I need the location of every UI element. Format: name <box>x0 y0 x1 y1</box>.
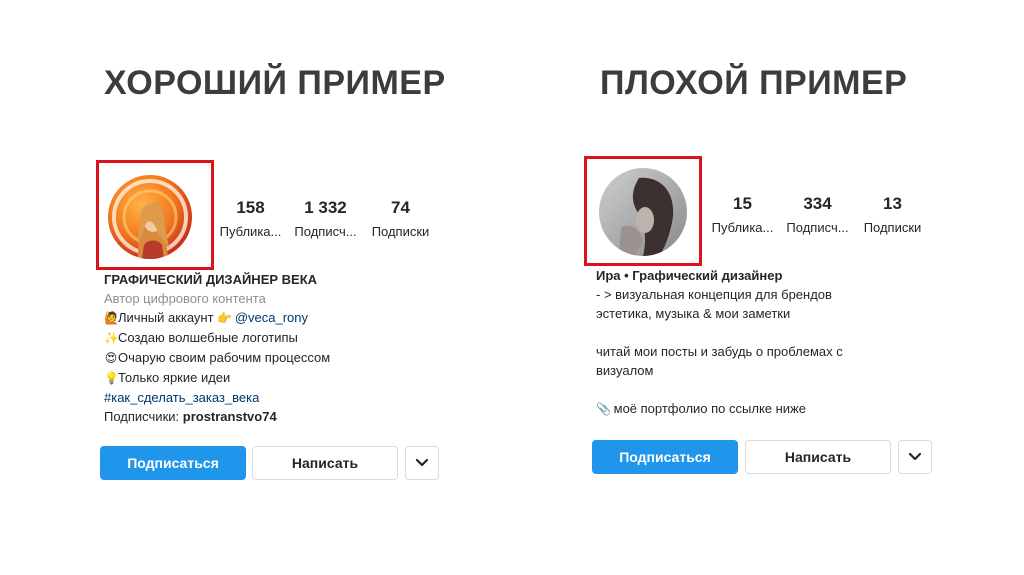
stat-posts[interactable]: 158 Публика... <box>213 198 288 240</box>
bio-blank-line <box>596 380 843 399</box>
bio-line: 🙋Личный аккаунт 👉 @veca_rony <box>104 308 330 328</box>
raising-hand-emoji: 🙋 <box>104 311 119 325</box>
bio-line-text: Создаю волшебные логотипы <box>118 330 298 345</box>
bio-line: эстетика, музыка & мои заметки <box>596 306 791 321</box>
hashtag-link[interactable]: #как_сделать_заказ_века <box>104 388 330 407</box>
more-options-button[interactable] <box>405 446 439 480</box>
stat-posts[interactable]: 15 Публика... <box>705 194 780 236</box>
stat-posts-count: 158 <box>236 198 265 217</box>
avatar-image <box>108 175 192 259</box>
stat-followers-label: Подписч... <box>294 224 357 239</box>
bio-line: визуалом <box>596 363 654 378</box>
sparkles-emoji: ✨ <box>104 331 119 345</box>
good-example-heading: ХОРОШИЙ ПРИМЕР <box>104 64 446 102</box>
paperclip-emoji: 📎 <box>596 402 611 416</box>
stat-followers-label: Подписч... <box>786 220 849 235</box>
bio-line: 💡Только яркие идеи <box>104 368 330 388</box>
bio-line: 📎 моё портфолио по ссылке ниже <box>596 399 843 419</box>
bio-line: ✨Создаю волшебные логотипы <box>104 328 330 348</box>
stat-following-count: 13 <box>883 194 902 213</box>
pointing-hand-emoji: 👉 <box>217 311 233 325</box>
bad-avatar[interactable] <box>599 168 687 256</box>
chevron-down-icon <box>415 458 429 467</box>
followed-by-name[interactable]: prostranstvo74 <box>183 409 277 424</box>
bio-blank-line <box>596 323 843 342</box>
bio-line-text: Личный аккаунт <box>118 310 214 325</box>
stat-posts-label: Публика... <box>711 220 774 235</box>
stat-followers[interactable]: 334 Подписч... <box>780 194 855 236</box>
bio-line-text: моё портфолио по ссылке ниже <box>613 401 806 416</box>
good-stats: 158 Публика... 1 332 Подписч... 74 Подпи… <box>213 198 438 240</box>
stat-followers-count: 334 <box>803 194 832 213</box>
good-avatar[interactable] <box>108 175 192 259</box>
stat-followers-count: 1 332 <box>304 198 347 217</box>
profile-name: Ира • Графический дизайнер <box>596 268 783 283</box>
followed-by-prefix: Подписчики: <box>104 409 180 424</box>
good-avatar-highlight <box>96 160 214 270</box>
followed-by: Подписчики: prostranstvo74 <box>104 407 330 426</box>
message-button[interactable]: Написать <box>745 440 891 474</box>
bad-stats: 15 Публика... 334 Подписч... 13 Подписки <box>705 194 930 236</box>
bio-line-text: Только яркие идеи <box>118 370 231 385</box>
profile-category: Автор цифрового контента <box>104 291 266 306</box>
good-bio: ГРАФИЧЕСКИЙ ДИЗАЙНЕР ВЕКА Автор цифровог… <box>104 270 330 426</box>
avatar-image <box>599 168 687 256</box>
stat-posts-label: Публика... <box>219 224 282 239</box>
bad-example-heading: ПЛОХОЙ ПРИМЕР <box>600 64 908 102</box>
stat-following[interactable]: 13 Подписки <box>855 194 930 236</box>
bad-avatar-highlight <box>584 156 702 266</box>
bio-line: - > визуальная концепция для брендов <box>596 287 832 302</box>
stat-followers[interactable]: 1 332 Подписч... <box>288 198 363 240</box>
follow-button[interactable]: Подписаться <box>100 446 246 480</box>
bio-line: 😍Очарую своим рабочим процессом <box>104 348 330 368</box>
stat-posts-count: 15 <box>733 194 752 213</box>
bio-line: читай мои посты и забудь о проблемах с <box>596 344 843 359</box>
message-button[interactable]: Написать <box>252 446 398 480</box>
stat-following[interactable]: 74 Подписки <box>363 198 438 240</box>
light-bulb-emoji: 💡 <box>104 371 119 385</box>
bio-line-text: Очарую своим рабочим процессом <box>118 350 331 365</box>
mention-link[interactable]: @veca_rony <box>235 310 308 325</box>
profile-name: ГРАФИЧЕСКИЙ ДИЗАЙНЕР ВЕКА <box>104 272 318 287</box>
chevron-down-icon <box>908 452 922 461</box>
more-options-button[interactable] <box>898 440 932 474</box>
stat-following-label: Подписки <box>863 220 922 235</box>
stat-following-count: 74 <box>391 198 410 217</box>
stat-following-label: Подписки <box>371 224 430 239</box>
follow-button[interactable]: Подписаться <box>592 440 738 474</box>
heart-eyes-emoji: 😍 <box>104 351 118 365</box>
bad-bio: Ира • Графический дизайнер - > визуальна… <box>596 266 843 419</box>
